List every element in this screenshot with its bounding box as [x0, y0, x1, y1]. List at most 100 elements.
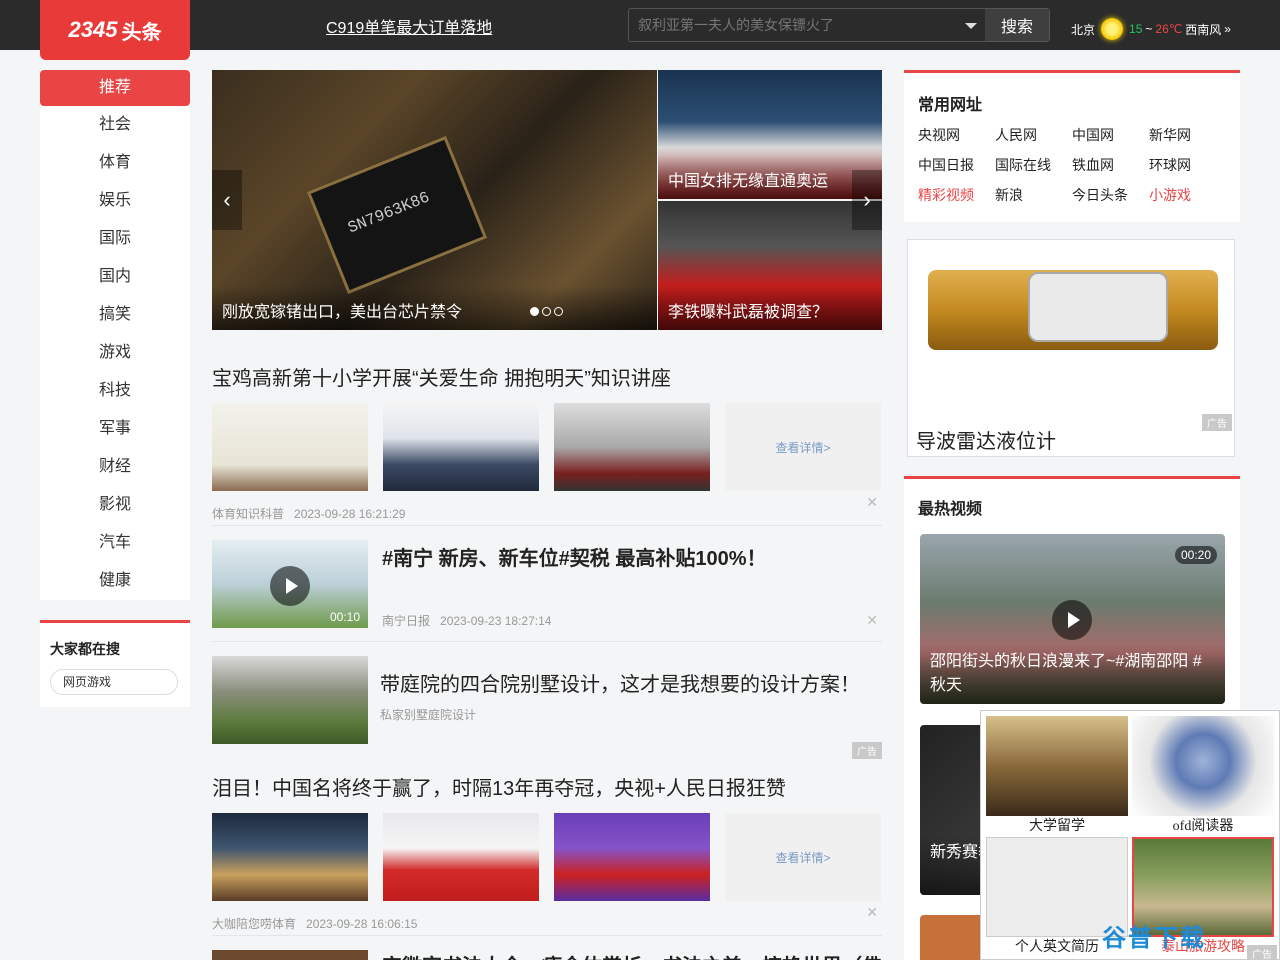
article-title[interactable]: #南宁 新房、新车位#契税 最高补贴100%！	[382, 542, 767, 571]
popup-tile-label[interactable]: ofd阅读器	[1132, 815, 1274, 835]
nav-item-games[interactable]: 游戏	[40, 334, 190, 372]
common-sites-panel: 常用网址 央视网 人民网 中国网 新华网 中国日报 国际在线 铁血网 环球网 精…	[904, 70, 1240, 222]
play-icon[interactable]	[1052, 600, 1092, 640]
nav-item-auto[interactable]: 汽车	[40, 524, 190, 562]
slider-main-image[interactable]: SN7963K86 刚放宽镓锗出口，美出台芯片禁令	[212, 70, 657, 330]
common-sites-grid: 央视网 人民网 中国网 新华网 中国日报 国际在线 铁血网 环球网 精彩视频 新…	[918, 125, 1226, 203]
site-link[interactable]: 中国日报	[918, 155, 995, 173]
hot-videos-title: 最热视频	[918, 501, 983, 518]
site-link[interactable]: 中国网	[1072, 125, 1149, 143]
article-title[interactable]: 泪目！中国名将终于赢了，时隔13年再夺冠，央视+人民日报狂赞	[212, 772, 882, 801]
chevron-down-icon[interactable]	[965, 23, 977, 29]
site-link[interactable]: 新华网	[1149, 125, 1226, 143]
ad-product-meter	[1028, 272, 1168, 342]
video-caption[interactable]: 邵阳街头的秋日浪漫来了~#湖南邵阳 #秋天	[920, 644, 1225, 704]
slider-dot-1[interactable]	[530, 307, 539, 316]
article-thumb[interactable]	[212, 813, 368, 901]
weather-city: 北京	[1071, 22, 1096, 37]
slider-side-image-1[interactable]: 中国女排无缘直通奥运	[658, 70, 882, 199]
article-title[interactable]: 宝鸡高新第十小学开展“关爱生命 拥抱明天”知识讲座	[212, 362, 882, 391]
article-time: 2023-09-23 18:27:14	[440, 614, 552, 628]
article-thumb[interactable]	[554, 813, 710, 901]
site-link[interactable]: 人民网	[995, 125, 1072, 143]
slider-next-icon[interactable]: ›	[852, 170, 882, 230]
dismiss-icon[interactable]: ✕	[866, 494, 878, 511]
article-thumbs: 查看详情>	[212, 813, 882, 901]
slider-dot-2[interactable]	[542, 307, 551, 316]
article-item: 宝鸡高新第十小学开展“关爱生命 拥抱明天”知识讲座 查看详情> 体育知识科普 20…	[212, 362, 882, 526]
site-watermark: 谷普下载	[1102, 925, 1206, 952]
video-card[interactable]: 00:20 邵阳街头的秋日浪漫来了~#湖南邵阳 #秋天	[920, 534, 1225, 704]
slider-side-caption-1[interactable]: 中国女排无缘直通奥运	[658, 155, 882, 199]
video-duration: 00:20	[1174, 546, 1217, 564]
site-link[interactable]: 精彩视频	[918, 185, 995, 203]
slider-side-image-2[interactable]: 李铁曝料武磊被调查？	[658, 201, 882, 330]
site-link[interactable]: 今日头条	[1072, 185, 1149, 203]
nav-item-recommend[interactable]: 推荐	[40, 70, 190, 106]
nav-item-entertainment[interactable]: 娱乐	[40, 182, 190, 220]
nav-item-domestic[interactable]: 国内	[40, 258, 190, 296]
article-thumb[interactable]	[383, 403, 539, 491]
weather-widget[interactable]: 北京 15 ~26℃ 西南风 »	[1071, 18, 1231, 40]
dismiss-icon[interactable]: ✕	[866, 612, 878, 629]
nav-item-movies[interactable]: 影视	[40, 486, 190, 524]
article-title[interactable]: 宋徽宗书法大全：瘦金体赏析，书法之美，惊艳世界（佛	[382, 950, 882, 960]
article-title[interactable]: 带庭院的四合院别墅设计，这才是我想要的设计方案！	[380, 668, 860, 697]
nav-item-international[interactable]: 国际	[40, 220, 190, 258]
video-thumb[interactable]: 00:10	[212, 540, 368, 628]
site-link[interactable]: 铁血网	[1072, 155, 1149, 173]
common-sites-title: 常用网址	[918, 97, 983, 114]
search-input[interactable]	[629, 9, 985, 41]
slider-side-caption-2[interactable]: 李铁曝料武磊被调查？	[658, 286, 882, 330]
article-source: 私家别墅庭院设计	[380, 708, 477, 722]
search-button[interactable]: 搜索	[985, 9, 1049, 41]
chip-graphic: SN7963K86	[306, 135, 488, 295]
hot-search-panel: 大家都在搜 网页游戏	[40, 620, 190, 707]
top-headline-link[interactable]: C919单笔最大订单落地	[326, 14, 492, 38]
article-thumb[interactable]	[554, 403, 710, 491]
popup-tile[interactable]	[1132, 716, 1274, 816]
article-thumb[interactable]	[212, 403, 368, 491]
ad-title[interactable]: 导波雷达液位计	[916, 425, 1056, 454]
site-link[interactable]: 环球网	[1149, 155, 1226, 173]
article-thumbs: 查看详情>	[212, 403, 882, 491]
article-more-link[interactable]: 查看详情>	[725, 403, 881, 491]
ad-banner[interactable]: 广告 导波雷达液位计	[907, 239, 1235, 457]
weather-more-icon[interactable]: »	[1224, 22, 1231, 36]
article-thumb[interactable]	[212, 656, 368, 744]
article-more-link[interactable]: 查看详情>	[725, 813, 881, 901]
dismiss-icon[interactable]: ✕	[866, 904, 878, 921]
article-meta: 南宁日报 2023-09-23 18:27:14	[382, 612, 561, 629]
video-duration: 00:10	[329, 610, 360, 624]
article-thumb[interactable]	[383, 813, 539, 901]
slider-dots	[530, 307, 563, 316]
ad-tag[interactable]: 广告	[1247, 945, 1277, 960]
article-thumb[interactable]	[212, 950, 368, 960]
article-meta: 大咖陪您唠体育 2023-09-28 16:06:15	[212, 915, 882, 932]
ad-tag[interactable]: 广告	[1202, 414, 1232, 431]
popup-tile-label[interactable]: 大学留学	[986, 815, 1128, 835]
nav-item-health[interactable]: 健康	[40, 562, 190, 600]
nav-item-tech[interactable]: 科技	[40, 372, 190, 410]
article-source: 体育知识科普	[212, 507, 285, 521]
site-link[interactable]: 央视网	[918, 125, 995, 143]
nav-item-funny[interactable]: 搞笑	[40, 296, 190, 334]
nav-item-military[interactable]: 军事	[40, 410, 190, 448]
play-icon[interactable]	[270, 566, 310, 606]
slider-dot-3[interactable]	[554, 307, 563, 316]
site-link[interactable]: 小游戏	[1149, 185, 1226, 203]
site-link[interactable]: 新浪	[995, 185, 1072, 203]
nav-item-society[interactable]: 社会	[40, 106, 190, 144]
nav-item-finance[interactable]: 财经	[40, 448, 190, 486]
slider-main-caption[interactable]: 刚放宽镓锗出口，美出台芯片禁令	[212, 286, 657, 330]
popup-tile[interactable]	[986, 716, 1128, 816]
hot-search-item[interactable]: 网页游戏	[50, 669, 178, 695]
news-slider: SN7963K86 刚放宽镓锗出口，美出台芯片禁令 ‹ 中国女排无缘直通奥运 李…	[212, 70, 882, 330]
ad-tag[interactable]: 广告	[852, 742, 882, 759]
article-item: 泪目！中国名将终于赢了，时隔13年再夺冠，央视+人民日报狂赞 查看详情> 大咖陪…	[212, 772, 882, 936]
site-logo[interactable]: 2345 头条	[40, 0, 190, 60]
nav-item-sports[interactable]: 体育	[40, 144, 190, 182]
temp-sep: ~	[1145, 22, 1153, 36]
slider-prev-icon[interactable]: ‹	[212, 170, 242, 230]
site-link[interactable]: 国际在线	[995, 155, 1072, 173]
